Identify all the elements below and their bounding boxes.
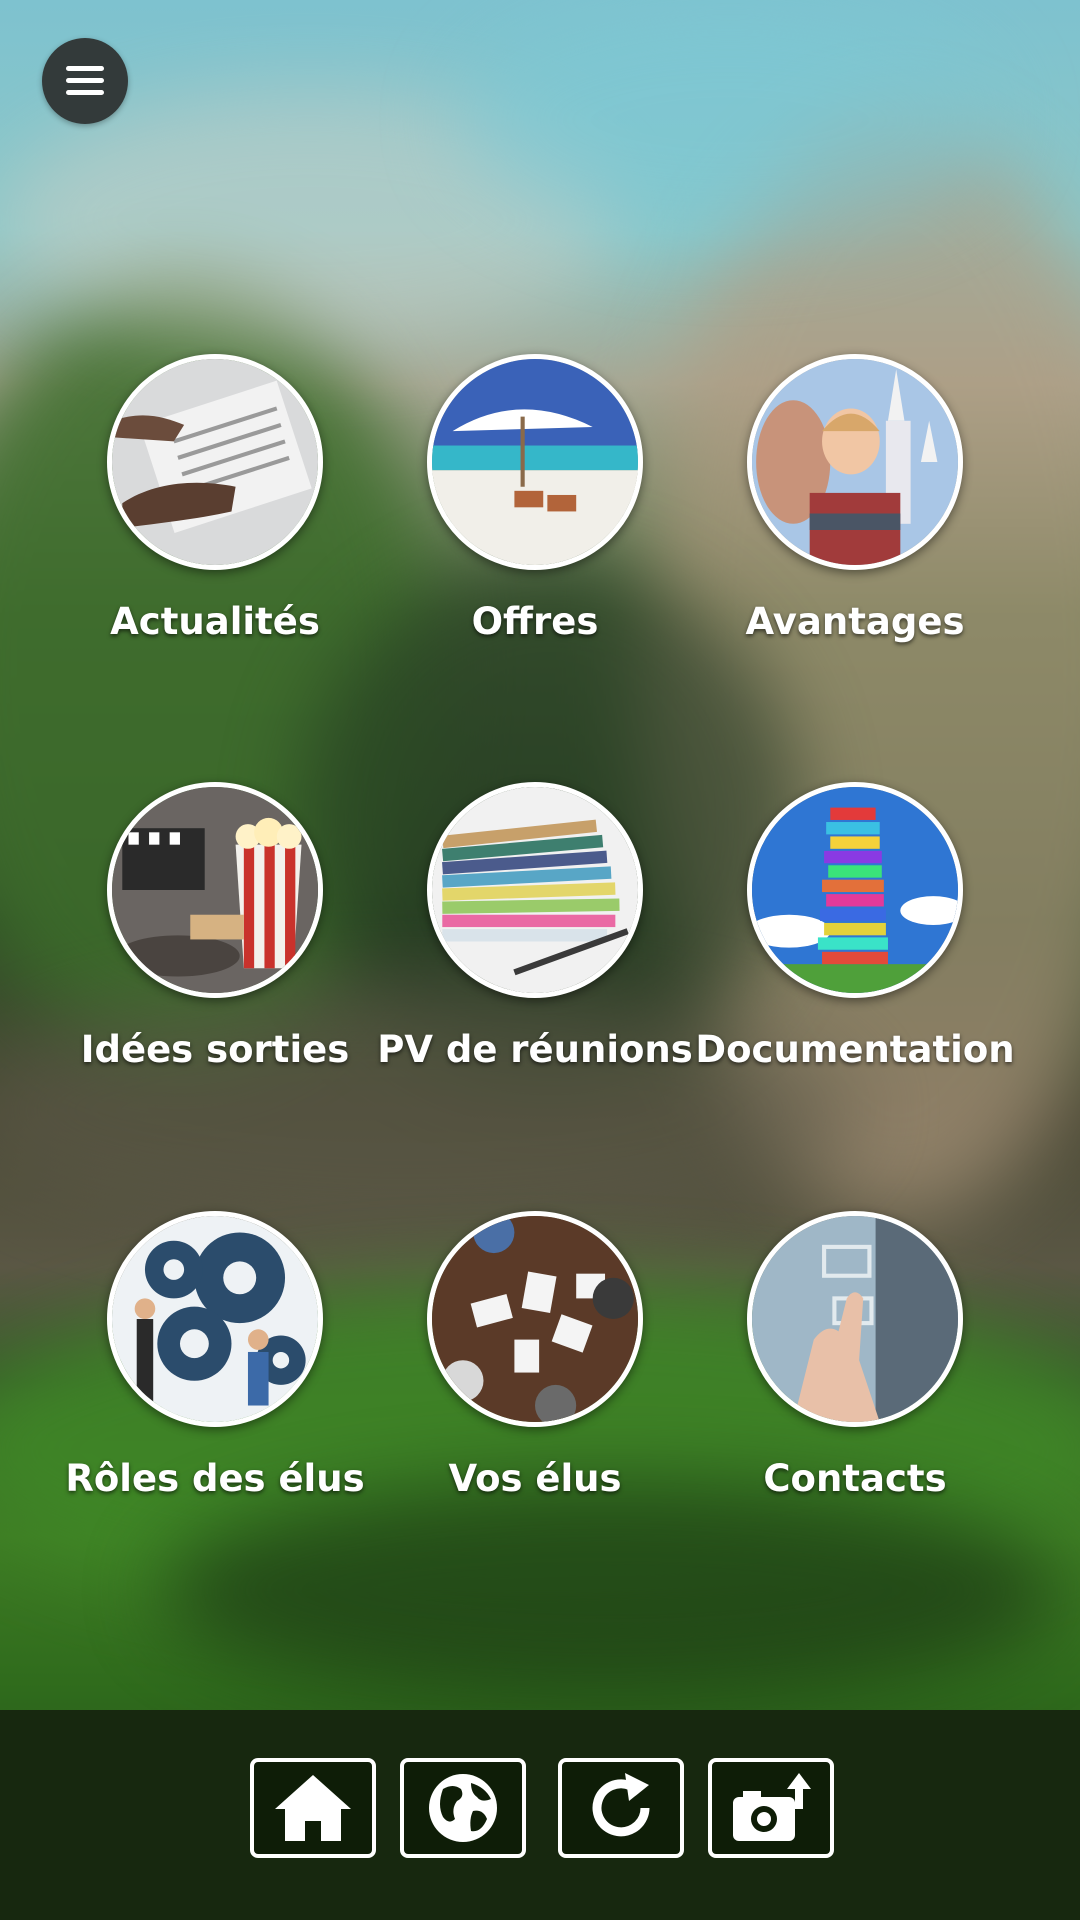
tile-offres[interactable]: Offres xyxy=(375,354,695,674)
hamburger-menu-icon-bar xyxy=(66,78,104,83)
tile-vos-elus[interactable]: Vos élus xyxy=(375,1211,695,1531)
touchscreen-contact-photo xyxy=(747,1211,963,1427)
tile-label: Idées sorties xyxy=(80,1028,350,1071)
meeting-table-photo xyxy=(427,1211,643,1427)
tile-avantages[interactable]: Avantages xyxy=(695,354,1015,674)
paper-stack-photo xyxy=(427,782,643,998)
tile-label: Rôles des élus xyxy=(65,1457,365,1500)
tile-label: Documentation xyxy=(695,1028,1015,1071)
tile-label: Avantages xyxy=(745,600,965,643)
menu-button[interactable] xyxy=(42,38,128,124)
newspaper-photo xyxy=(107,354,323,570)
book-tower-photo xyxy=(747,782,963,998)
refresh-button[interactable] xyxy=(558,1758,684,1858)
tile-label: Contacts xyxy=(763,1457,947,1500)
camera-upload-icon xyxy=(733,1773,811,1841)
tile-label: PV de réunions xyxy=(377,1028,693,1071)
globe-button[interactable] xyxy=(400,1758,526,1858)
globe-icon xyxy=(429,1774,497,1842)
tile-pv-de-reunions[interactable]: PV de réunions xyxy=(375,782,695,1102)
beach-umbrella-photo xyxy=(427,354,643,570)
hamburger-menu-icon xyxy=(66,66,104,71)
tile-label: Actualités xyxy=(110,600,320,643)
father-son-castle-photo xyxy=(747,354,963,570)
tile-actualites[interactable]: Actualités xyxy=(55,354,375,674)
tile-label: Vos élus xyxy=(448,1457,622,1500)
refresh-icon xyxy=(592,1773,650,1837)
gears-people-photo xyxy=(107,1211,323,1427)
tile-label: Offres xyxy=(471,600,599,643)
cinema-popcorn-photo xyxy=(107,782,323,998)
home-icon xyxy=(275,1775,351,1841)
camera-upload-button[interactable] xyxy=(708,1758,834,1858)
bottom-toolbar xyxy=(0,1710,1080,1920)
tile-contacts[interactable]: Contacts xyxy=(695,1211,1015,1531)
tile-roles-des-elus[interactable]: Rôles des élus xyxy=(55,1211,375,1531)
home-button[interactable] xyxy=(250,1758,376,1858)
tile-idees-sorties[interactable]: Idées sorties xyxy=(55,782,375,1102)
hamburger-menu-icon-bar xyxy=(66,90,104,95)
tile-documentation[interactable]: Documentation xyxy=(695,782,1015,1102)
